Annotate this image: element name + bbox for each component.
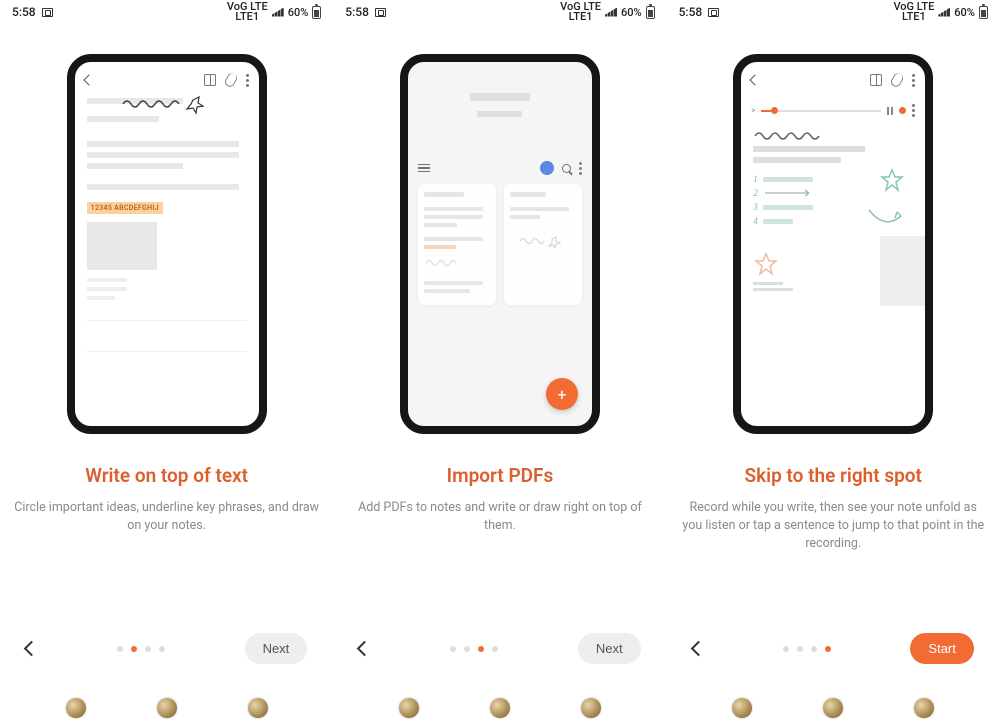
- onboarding-pane-3: 5:58 VoG LTELTE1 60% >: [667, 0, 1000, 724]
- battery-text: 60%: [954, 6, 975, 19]
- decorative-coins: [333, 698, 666, 718]
- signal-icon: [938, 8, 950, 17]
- audio-player[interactable]: >: [741, 98, 925, 123]
- back-icon[interactable]: [750, 74, 761, 85]
- onboarding-nav: Next: [0, 633, 333, 664]
- phone-mockup: +: [400, 54, 600, 434]
- caption-title: Import PDFs: [347, 464, 652, 487]
- squiggle-annotation: [87, 96, 207, 116]
- caption-title: Skip to the right spot: [681, 464, 986, 487]
- fab-add-button[interactable]: +: [546, 378, 578, 410]
- player-more-icon[interactable]: [912, 104, 915, 117]
- note-thumbnails: [408, 184, 592, 305]
- note-thumb[interactable]: [504, 184, 582, 305]
- status-time: 5:58: [679, 5, 703, 19]
- attach-icon[interactable]: [889, 71, 905, 88]
- app-toolbar: [741, 62, 925, 98]
- star-doodle-icon: [879, 168, 905, 200]
- screenshot-icon: [708, 8, 719, 17]
- decorative-coins: [0, 698, 333, 718]
- pause-icon[interactable]: [887, 107, 893, 115]
- phone-mockup: 12345 ABCDEFGHIJ: [67, 54, 267, 434]
- more-icon[interactable]: [912, 74, 915, 87]
- battery-icon: [979, 6, 988, 19]
- battery-text: 60%: [288, 6, 309, 19]
- page-indicator: [450, 646, 498, 652]
- onboarding-caption: Write on top of text Circle important id…: [0, 464, 333, 535]
- phone-mockup: > 1 2 3 4: [733, 54, 933, 434]
- mini-toolbar: [408, 152, 592, 184]
- onboarding-pane-1: 5:58 VoG LTELTE1 60%: [0, 0, 333, 724]
- numbered-list: 1 2 3 4: [741, 168, 925, 236]
- caption-desc: Record while you write, then see your no…: [681, 499, 986, 553]
- caption-desc: Circle important ideas, underline key ph…: [14, 499, 319, 535]
- network-icon: VoG LTELTE1: [893, 2, 934, 22]
- status-bar: 5:58 VoG LTELTE1 60%: [333, 0, 666, 24]
- note-thumb[interactable]: [418, 184, 496, 305]
- highlighted-text: 12345 ABCDEFGHIJ: [87, 202, 163, 214]
- page-indicator: [117, 646, 165, 652]
- onboarding-pane-2: 5:58 VoG LTELTE1 60%: [333, 0, 666, 724]
- cloud-sync-icon[interactable]: [540, 161, 554, 175]
- play-icon[interactable]: >: [751, 106, 755, 115]
- more-icon[interactable]: [246, 74, 249, 87]
- battery-icon: [312, 6, 321, 19]
- side-placeholder: [880, 236, 925, 306]
- onboarding-caption: Import PDFs Add PDFs to notes and write …: [333, 464, 666, 535]
- note-content: 12345 ABCDEFGHIJ: [75, 98, 259, 352]
- page-icon[interactable]: [204, 74, 216, 86]
- more-icon[interactable]: [579, 162, 582, 175]
- page-indicator: [783, 646, 831, 652]
- caption-title: Write on top of text: [14, 464, 319, 487]
- attach-icon[interactable]: [223, 71, 239, 88]
- arrow-doodle-icon: [865, 206, 905, 232]
- caption-desc: Add PDFs to notes and write or draw righ…: [347, 499, 652, 535]
- screenshot-icon: [375, 8, 386, 17]
- status-bar: 5:58 VoG LTELTE1 60%: [0, 0, 333, 24]
- status-time: 5:58: [345, 5, 369, 19]
- page-icon[interactable]: [870, 74, 882, 86]
- status-bar: 5:58 VoG LTELTE1 60%: [667, 0, 1000, 24]
- screenshot-icon: [42, 8, 53, 17]
- search-icon[interactable]: [562, 164, 571, 173]
- network-icon: VoG LTELTE1: [227, 2, 268, 22]
- network-icon: VoG LTELTE1: [560, 2, 601, 22]
- prev-button[interactable]: [357, 641, 373, 657]
- image-placeholder: [87, 222, 157, 270]
- squiggle-annotation: [753, 130, 853, 142]
- onboarding-caption: Skip to the right spot Record while you …: [667, 464, 1000, 553]
- start-button[interactable]: Start: [910, 633, 973, 664]
- status-time: 5:58: [12, 5, 36, 19]
- prev-button[interactable]: [24, 641, 40, 657]
- record-icon[interactable]: [899, 107, 906, 114]
- app-toolbar: [75, 62, 259, 98]
- next-button[interactable]: Next: [578, 633, 641, 664]
- signal-icon: [272, 8, 284, 17]
- hamburger-icon[interactable]: [418, 164, 430, 173]
- next-button[interactable]: Next: [245, 633, 308, 664]
- back-icon[interactable]: [83, 74, 94, 85]
- battery-text: 60%: [621, 6, 642, 19]
- battery-icon: [646, 6, 655, 19]
- prev-button[interactable]: [690, 641, 706, 657]
- signal-icon: [605, 8, 617, 17]
- onboarding-nav: Next: [333, 633, 666, 664]
- onboarding-nav: Start: [667, 633, 1000, 664]
- decorative-coins: [667, 698, 1000, 718]
